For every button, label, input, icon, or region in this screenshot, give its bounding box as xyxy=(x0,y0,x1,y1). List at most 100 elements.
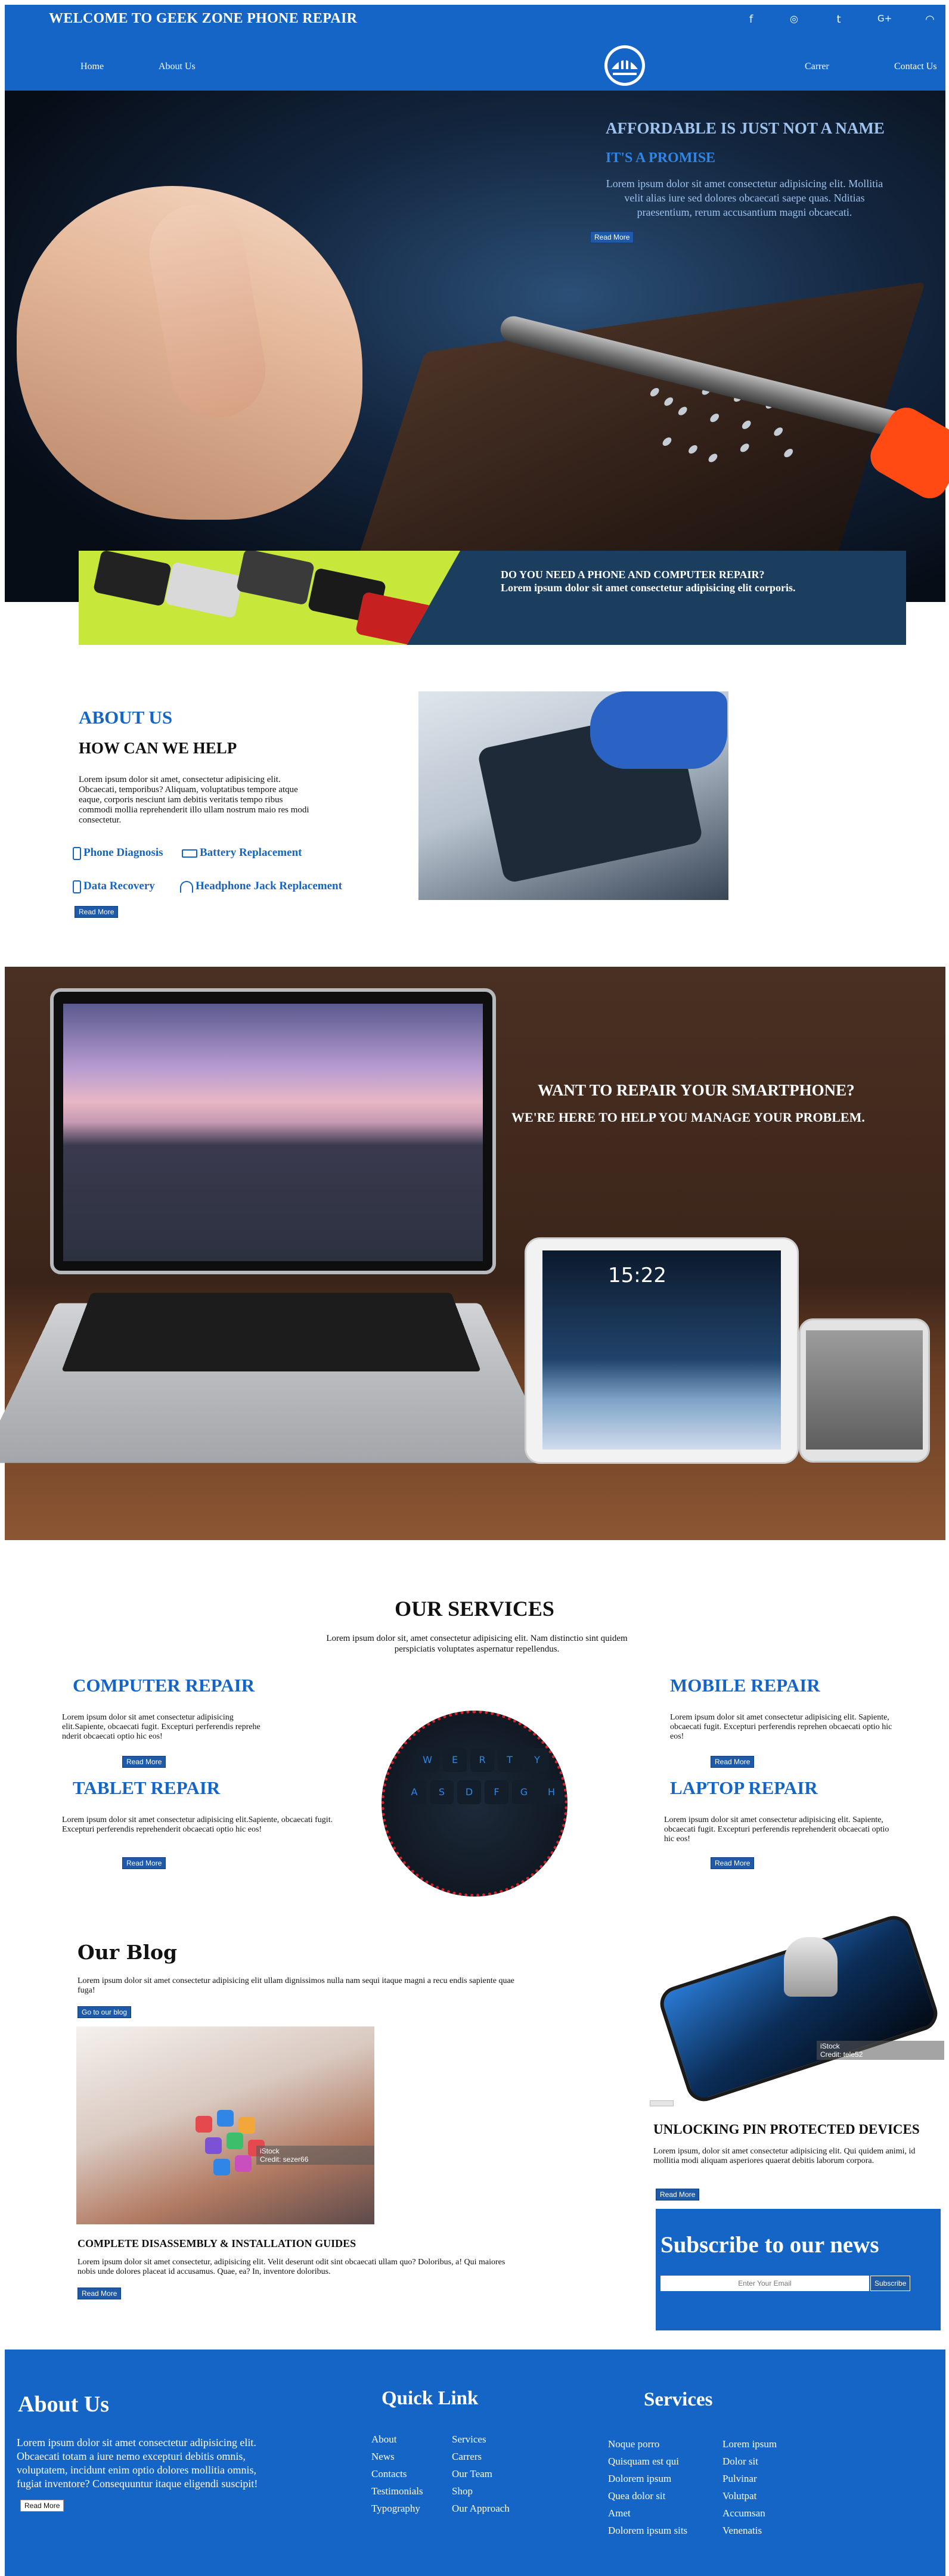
blog-post-text: Lorem ipsum dolor sit amet consectetur, … xyxy=(77,2258,505,2276)
footer-service-link[interactable]: Accumsan xyxy=(722,2504,777,2522)
twitter-icon[interactable]: t xyxy=(832,13,846,26)
feature-battery-replacement[interactable]: Battery Replacement xyxy=(182,846,302,859)
nav-career[interactable]: Carrer xyxy=(805,61,829,72)
instagram-icon[interactable]: ◎ xyxy=(787,13,801,24)
image-watermark: iStock Credit: tele52 xyxy=(817,2041,944,2060)
nav-about[interactable]: About Us xyxy=(159,61,196,72)
quick-link-column: About News Contacts Testimonials Typogra… xyxy=(371,2431,423,2517)
footer-service-link[interactable]: Quisquam est qui xyxy=(608,2453,687,2470)
footer-read-more-button[interactable]: Read More xyxy=(20,2500,64,2512)
blog-post-image[interactable] xyxy=(76,2026,374,2224)
footer-services-title: Services xyxy=(644,2389,713,2410)
laptop-wallpaper-image xyxy=(63,1004,483,1261)
key: E xyxy=(443,1748,467,1772)
footer-service-link[interactable]: Lorem ipsum xyxy=(722,2435,777,2453)
devices-subtitle: WE'RE HERE TO HELP YOU MANAGE YOUR PROBL… xyxy=(511,1110,865,1125)
service-read-more-button[interactable]: Read More xyxy=(122,1857,166,1869)
about-title: ABOUT US xyxy=(79,707,173,728)
phone-icon xyxy=(73,880,81,893)
about-text: Lorem ipsum dolor sit amet, consectetur … xyxy=(79,775,309,825)
service-text-tablet: Lorem ipsum dolor sit amet consectetur a… xyxy=(62,1815,333,1834)
carousel-indicator[interactable] xyxy=(650,2100,674,2106)
feature-label: Data Recovery xyxy=(83,880,155,892)
nav-contact[interactable]: Contact Us xyxy=(894,61,937,72)
unlocking-read-more-button[interactable]: Read More xyxy=(656,2189,700,2201)
footer-service-link[interactable]: Amet xyxy=(608,2504,687,2522)
smartphone-screen-image xyxy=(806,1330,923,1450)
battery-icon xyxy=(182,849,197,858)
service-read-more-button[interactable]: Read More xyxy=(711,1857,755,1869)
key: R xyxy=(470,1748,494,1772)
image-credit: Credit: tele52 xyxy=(820,2050,863,2059)
wifi-icon[interactable]: ◠ xyxy=(923,13,937,26)
padlock-image xyxy=(784,1937,838,1997)
footer-service-link[interactable]: Venenatis xyxy=(722,2522,777,2539)
blog-post-title[interactable]: COMPLETE DISASSEMBLY & INSTALLATION GUID… xyxy=(77,2237,356,2250)
go-to-blog-button[interactable]: Go to our blog xyxy=(77,2006,132,2018)
unlocking-text: Lorem ipsum, dolor sit amet consectetur … xyxy=(653,2147,916,2165)
key: W xyxy=(415,1748,439,1772)
footer-service-link[interactable]: Quea dolor sit xyxy=(608,2487,687,2504)
footer-about-text: Lorem ipsum dolor sit amet consectetur a… xyxy=(17,2437,258,2490)
blog-text: Lorem ipsum dolor sit amet consectetur a… xyxy=(77,1976,514,1995)
key: F xyxy=(485,1780,508,1804)
feature-label: Headphone Jack Replacement xyxy=(196,880,342,892)
image-watermark: iStock Credit: sezer66 xyxy=(256,2146,374,2165)
feature-phone-diagnosis[interactable]: Phone Diagnosis xyxy=(73,846,163,860)
footer-service-link[interactable]: Dolor sit xyxy=(722,2453,777,2470)
footer-service-link[interactable]: Volutpat xyxy=(722,2487,777,2504)
service-title-mobile: MOBILE REPAIR xyxy=(670,1675,820,1696)
footer-service-link[interactable]: Pulvinar xyxy=(722,2470,777,2487)
blog-read-more-button[interactable]: Read More xyxy=(77,2288,122,2299)
about-subtitle: HOW CAN WE HELP xyxy=(79,739,237,757)
hero-banner xyxy=(5,91,945,602)
services-title: OUR SERVICES xyxy=(395,1597,554,1621)
facebook-icon[interactable]: f xyxy=(744,13,758,26)
key: Y xyxy=(525,1748,549,1772)
key: A xyxy=(402,1780,426,1804)
nav-home[interactable]: Home xyxy=(80,61,104,72)
quick-link-title: Quick Link xyxy=(382,2388,479,2409)
feature-label: Phone Diagnosis xyxy=(83,846,163,859)
service-read-more-button[interactable]: Read More xyxy=(122,1756,166,1768)
quick-link[interactable]: News xyxy=(371,2448,423,2465)
quick-link[interactable]: Services xyxy=(452,2431,510,2448)
footer-service-link[interactable]: Dolorem ipsum sits xyxy=(608,2522,687,2539)
hero-read-more-button[interactable]: Read More xyxy=(590,231,634,243)
feature-label: Battery Replacement xyxy=(200,846,302,859)
footer-service-link[interactable]: Noque porro xyxy=(608,2435,687,2453)
about-read-more-button[interactable]: Read More xyxy=(75,906,119,918)
quick-link[interactable]: Carrers xyxy=(452,2448,510,2465)
key: H xyxy=(539,1780,563,1804)
welcome-text: WELCOME TO GEEK ZONE PHONE REPAIR xyxy=(49,11,358,26)
key: T xyxy=(498,1748,522,1772)
subscribe-button[interactable]: Subscribe xyxy=(870,2276,911,2291)
quick-link-column: Services Carrers Our Team Shop Our Appro… xyxy=(452,2431,510,2517)
headphone-icon xyxy=(180,880,193,893)
google-plus-icon[interactable]: G+ xyxy=(877,13,892,24)
service-title-computer: COMPUTER REPAIR xyxy=(73,1675,255,1696)
service-text-mobile: Lorem ipsum dolor sit amet consectetur a… xyxy=(670,1713,892,1741)
quick-link[interactable]: About xyxy=(371,2431,423,2448)
services-intro: Lorem ipsum dolor sit, amet consectetur … xyxy=(326,1634,628,1654)
quick-link[interactable]: Our Approach xyxy=(452,2500,510,2517)
keyboard-circle-image: W E R T Y A S D F G H xyxy=(382,1711,567,1897)
footer-service-link[interactable]: Dolorem ipsum xyxy=(608,2470,687,2487)
logo-icon[interactable] xyxy=(602,43,647,88)
footer-services-column: Lorem ipsum Dolor sit Pulvinar Volutpat … xyxy=(722,2435,777,2539)
quick-link[interactable]: Typography xyxy=(371,2500,423,2517)
devices-title: WANT TO REPAIR YOUR SMARTPHONE? xyxy=(538,1081,855,1099)
quick-link[interactable]: Contacts xyxy=(371,2465,423,2482)
phones-image xyxy=(79,551,460,645)
quick-link[interactable]: Testimonials xyxy=(371,2482,423,2500)
service-read-more-button[interactable]: Read More xyxy=(711,1756,755,1768)
promo-text: Lorem ipsum dolor sit amet consectetur a… xyxy=(501,582,796,594)
phone-icon xyxy=(73,846,81,860)
quick-link[interactable]: Shop xyxy=(452,2482,510,2500)
service-title-laptop: LAPTOP REPAIR xyxy=(670,1777,818,1798)
feature-headphone-jack[interactable]: Headphone Jack Replacement xyxy=(180,880,342,893)
email-input[interactable] xyxy=(660,2276,869,2291)
quick-link[interactable]: Our Team xyxy=(452,2465,510,2482)
feature-data-recovery[interactable]: Data Recovery xyxy=(73,880,155,893)
hero-title: AFFORDABLE IS JUST NOT A NAME xyxy=(606,119,885,137)
